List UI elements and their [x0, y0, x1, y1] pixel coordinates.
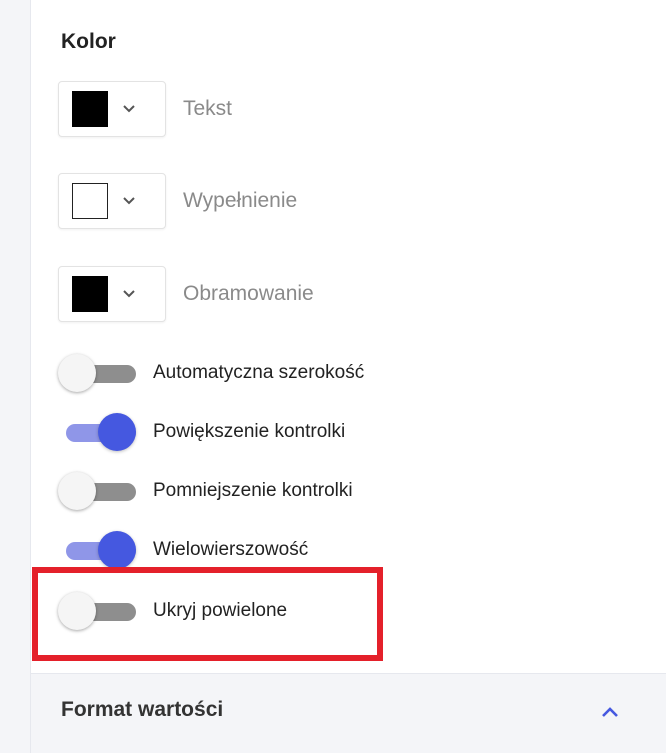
- shrink-control-toggle[interactable]: [58, 469, 138, 513]
- fill-color-picker[interactable]: [58, 173, 166, 229]
- text-color-picker[interactable]: [58, 81, 166, 137]
- left-rail: [0, 0, 31, 753]
- toggle-row-shrink: Pomniejszenie kontrolki: [58, 469, 353, 513]
- section-title-kolor: Kolor: [61, 30, 116, 53]
- format-section-title: Format wartości: [61, 698, 224, 721]
- chevron-down-icon: [122, 287, 136, 301]
- color-row-fill: Wypełnienie: [58, 173, 297, 229]
- toggle-row-auto-width: Automatyczna szerokość: [58, 351, 364, 395]
- text-color-swatch: [72, 91, 108, 127]
- toggle-row-enlarge: Powiększenie kontrolki: [58, 410, 345, 454]
- properties-panel: Kolor Tekst Wypełnienie Obramowanie Auto…: [31, 0, 666, 753]
- highlight-annotation: [32, 567, 383, 661]
- chevron-down-icon: [122, 102, 136, 116]
- enlarge-control-label: Powiększenie kontrolki: [153, 421, 346, 442]
- multiline-label: Wielowierszowość: [153, 539, 309, 560]
- border-color-swatch: [72, 276, 108, 312]
- chevron-down-icon: [122, 194, 136, 208]
- multiline-toggle[interactable]: [58, 528, 138, 572]
- auto-width-label: Automatyczna szerokość: [153, 362, 365, 383]
- color-row-border: Obramowanie: [58, 266, 314, 322]
- format-section-header[interactable]: Format wartości: [31, 673, 666, 753]
- collapse-button[interactable]: [594, 696, 626, 728]
- text-color-label: Tekst: [183, 97, 233, 120]
- shrink-control-label: Pomniejszenie kontrolki: [153, 480, 353, 501]
- color-row-text: Tekst: [58, 81, 232, 137]
- border-color-label: Obramowanie: [183, 282, 314, 305]
- fill-color-swatch: [72, 183, 108, 219]
- chevron-up-icon: [602, 707, 618, 717]
- enlarge-control-toggle[interactable]: [58, 410, 138, 454]
- auto-width-toggle[interactable]: [58, 351, 138, 395]
- fill-color-label: Wypełnienie: [183, 189, 298, 212]
- border-color-picker[interactable]: [58, 266, 166, 322]
- toggle-row-multiline: Wielowierszowość: [58, 528, 308, 572]
